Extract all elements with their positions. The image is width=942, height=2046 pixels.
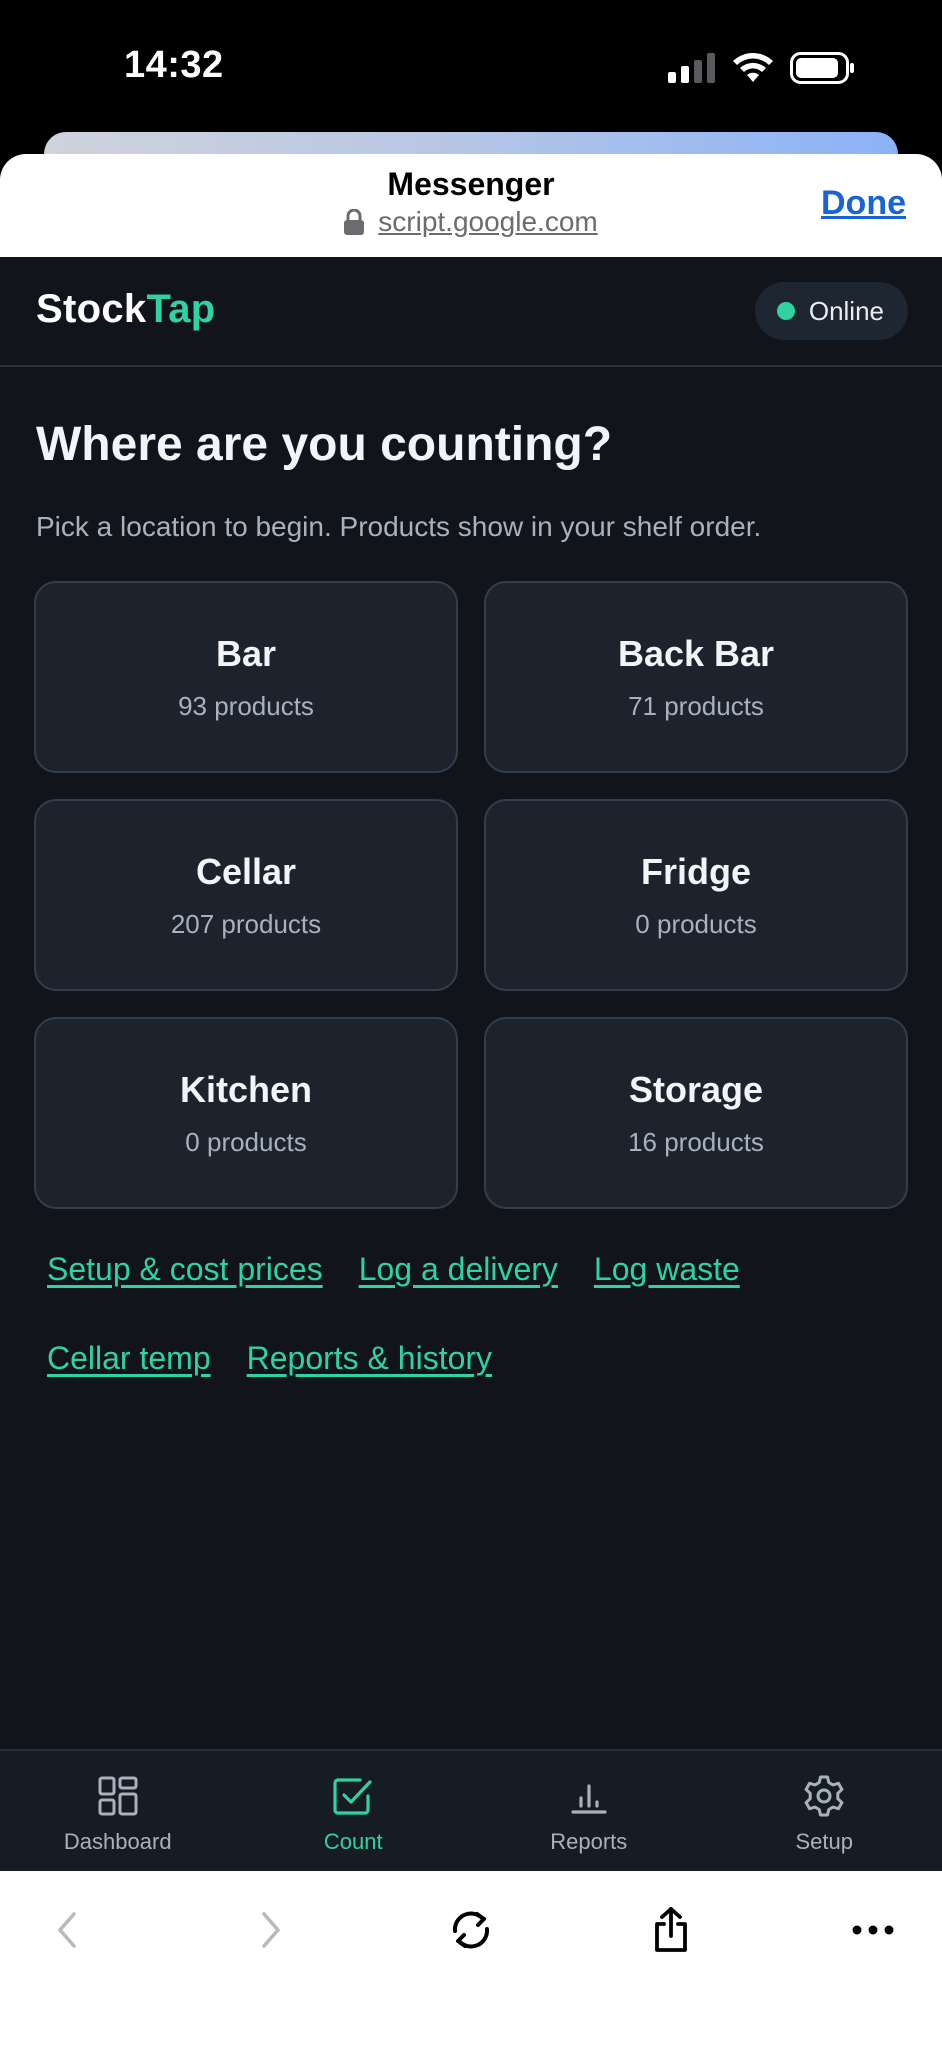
app-logo: StockTap [36,287,215,332]
gear-icon [802,1773,846,1819]
location-card-bar[interactable]: Bar 93 products [34,581,458,773]
share-button[interactable] [636,1895,706,1965]
done-button[interactable]: Done [821,184,906,223]
location-grid: Bar 93 products Back Bar 71 products Cel… [34,581,908,1209]
location-count: 93 products [178,690,314,721]
nav-reports[interactable]: Reports [471,1751,707,1871]
nav-dashboard[interactable]: Dashboard [0,1751,236,1871]
status-bar: 14:32 [0,0,942,140]
nav-label: Reports [550,1829,628,1854]
location-card-fridge[interactable]: Fridge 0 products [484,799,908,991]
browser-url[interactable]: script.google.com [0,206,942,238]
location-name: Storage [628,1068,764,1110]
location-count: 0 products [635,908,757,939]
more-options-button[interactable] [838,1895,908,1965]
browser-toolbar [0,1871,942,2046]
browser-title: Messenger [387,166,555,202]
browser-header: Messenger script.google.com Done [0,154,942,257]
location-card-cellar[interactable]: Cellar 207 products [34,799,458,991]
location-card-kitchen[interactable]: Kitchen 0 products [34,1017,458,1209]
location-count: 207 products [170,908,322,939]
back-button[interactable] [32,1895,102,1965]
nav-setup[interactable]: Setup [707,1751,942,1871]
bar-chart-icon [569,1773,609,1819]
battery-icon [790,52,854,84]
chevron-right-icon [262,1912,280,1948]
log-delivery-link[interactable]: Log a delivery [359,1251,558,1288]
more-dots-icon [852,1925,894,1935]
setup-cost-prices-link[interactable]: Setup & cost prices [47,1251,323,1288]
reload-button[interactable] [436,1895,506,1965]
chevron-left-icon [58,1912,76,1948]
nav-label: Setup [795,1829,854,1854]
reports-history-link[interactable]: Reports & history [247,1340,492,1377]
connection-status-label: Online [808,295,884,326]
page-subtitle: Pick a location to begin. Products show … [36,511,762,542]
grid-icon [98,1773,138,1819]
page-title: Where are you counting? [36,418,613,471]
location-name: Cellar [195,850,297,892]
cellar-temp-link[interactable]: Cellar temp [47,1340,211,1377]
location-name: Kitchen [179,1068,312,1110]
nav-label: Dashboard [63,1829,172,1854]
app-header: StockTap Online [0,257,942,367]
quick-links-row: Cellar temp Reports & history [47,1340,907,1377]
quick-links: Setup & cost prices Log a delivery Log w… [47,1251,907,1429]
lock-icon [344,209,365,235]
online-dot-icon [776,302,795,320]
forward-button[interactable] [236,1895,306,1965]
status-time: 14:32 [124,44,224,86]
location-count: 71 products [628,690,764,721]
wifi-icon [733,53,773,82]
share-icon [655,1907,687,1952]
nav-label: Count [323,1829,383,1854]
logo-primary: Stock [36,287,147,331]
location-name: Back Bar [617,632,775,674]
log-waste-link[interactable]: Log waste [594,1251,740,1288]
connection-status-badge: Online [754,282,908,340]
checkbox-icon [332,1773,374,1819]
url-text: script.google.com [378,206,598,237]
location-name: Bar [215,632,277,674]
app-screen: StockTap Online Where are you counting? … [0,257,942,1750]
bottom-nav: Dashboard Count Reports Setup [0,1749,942,1871]
cellular-signal-icon [668,53,715,83]
location-card-back-bar[interactable]: Back Bar 71 products [484,581,908,773]
status-icons [668,52,856,84]
nav-count[interactable]: Count [236,1751,472,1871]
logo-accent: Tap [146,287,216,331]
location-name: Fridge [640,850,751,892]
location-card-storage[interactable]: Storage 16 products [484,1017,908,1209]
refresh-icon [452,1911,490,1949]
location-count: 0 products [185,1126,307,1157]
quick-links-row: Setup & cost prices Log a delivery Log w… [47,1251,907,1288]
location-count: 16 products [628,1126,764,1157]
